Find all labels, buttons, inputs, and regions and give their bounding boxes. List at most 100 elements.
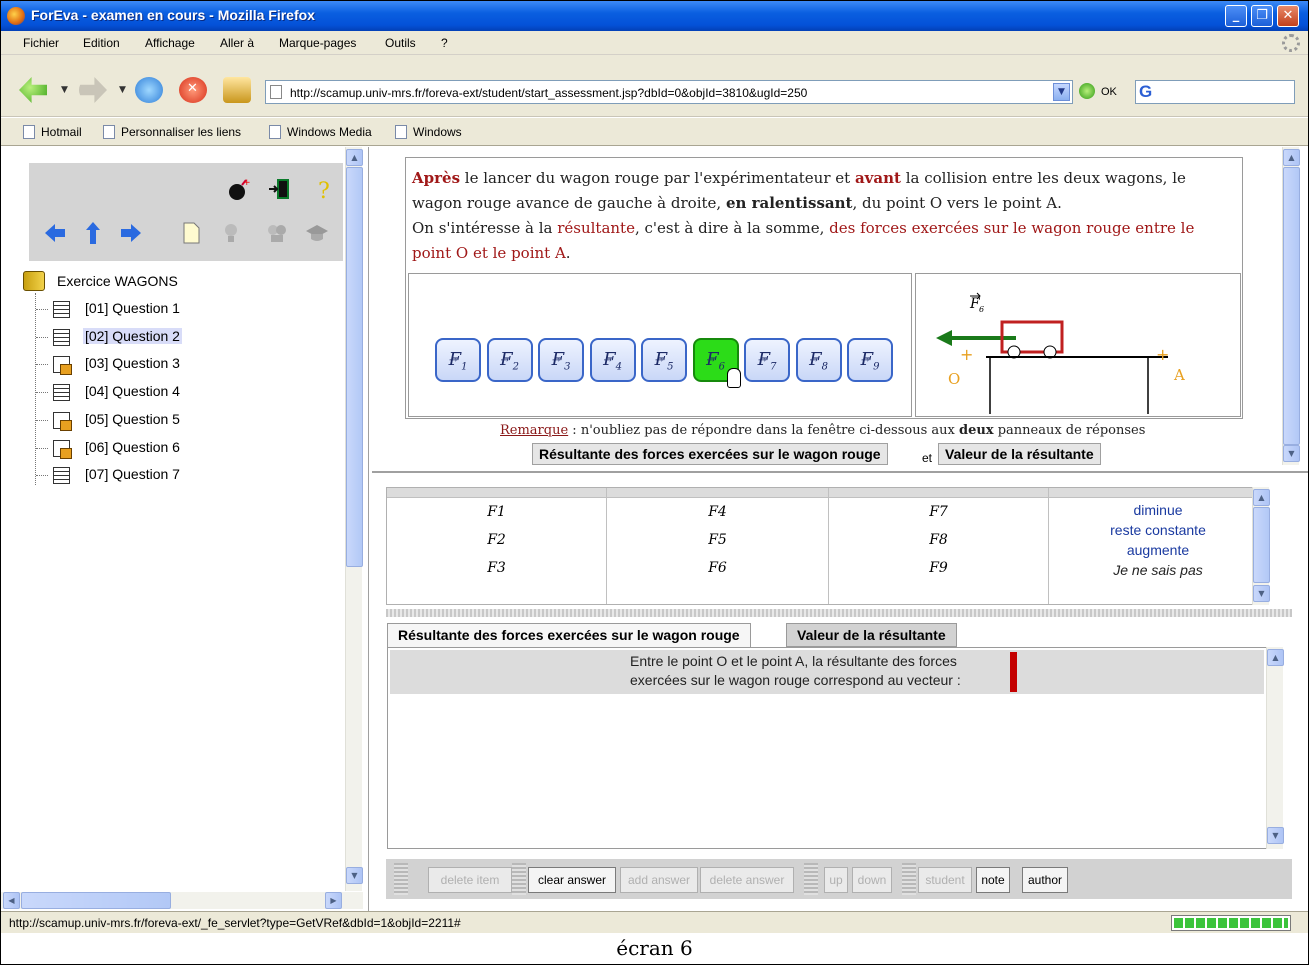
scroll-down-arrow-icon[interactable]: ▼ [1267,827,1284,844]
toolbar-grip[interactable] [512,863,526,895]
search-field[interactable]: G [1135,80,1295,104]
answer-choice-vector[interactable]: F4 [607,504,828,520]
answer-choice-vector[interactable]: F2 [387,532,606,548]
figure-caption: écran 6 [616,936,693,960]
google-icon[interactable]: G [1139,82,1152,102]
force-button-f7[interactable]: → F7 [744,338,790,382]
maximize-button[interactable]: ❐ [1251,5,1273,27]
note-button[interactable]: note [976,867,1010,893]
scroll-thumb[interactable] [1283,167,1300,445]
delete-answer-button[interactable]: delete answer [700,867,794,893]
back-arrow-icon[interactable] [19,77,47,103]
scroll-up-arrow-icon[interactable]: ▲ [1253,489,1270,506]
force-index: 9 [873,361,880,373]
minimize-button[interactable]: _ [1225,5,1247,27]
menu-outils[interactable]: Outils [385,36,416,50]
url-text[interactable]: http://scamup.univ-mrs.fr/foreva-ext/stu… [290,86,807,100]
home-icon[interactable] [223,77,251,103]
next-arrow-icon[interactable] [119,221,143,245]
left-frame-vertical-scrollbar[interactable]: ▲ ▼ [345,147,363,891]
answer-choice-word[interactable]: reste constante [1049,522,1267,538]
scroll-thumb[interactable] [346,167,363,567]
force-button-f8[interactable]: → F8 [795,338,842,382]
answer-choice-word[interactable]: Je ne sais pas [1049,562,1267,578]
scroll-up-arrow-icon[interactable]: ▲ [1283,149,1300,166]
answer-choice-vector[interactable]: F9 [829,560,1048,576]
h-scroll-thumb[interactable] [21,892,171,909]
tree-item-label: [04] Question 4 [85,383,180,400]
menu-fichier[interactable]: Fichier [23,36,59,50]
bomb-icon[interactable]: + [227,177,251,201]
forward-history-chevron-icon[interactable]: ▼ [119,85,126,95]
stop-icon[interactable] [179,77,207,103]
menu-marque-pages[interactable]: Marque-pages [279,36,356,50]
delete-item-button[interactable]: delete item [428,867,512,893]
close-button[interactable]: ✕ [1277,5,1299,27]
url-dropdown-icon[interactable]: ▼ [1053,83,1070,101]
question-pane-scrollbar[interactable]: ▲ ▼ [1282,147,1300,465]
scroll-down-arrow-icon[interactable]: ▼ [1283,445,1300,462]
bookmark-windows-media[interactable]: Windows Media [269,125,372,139]
answer-choice-word[interactable]: augmente [1049,542,1267,558]
go-icon[interactable] [1079,83,1095,99]
left-frame-horizontal-scrollbar[interactable]: ◀ ▶ [1,892,363,909]
answer-tab-valeur[interactable]: Valeur de la résultante [786,623,957,647]
scroll-up-arrow-icon[interactable]: ▲ [1267,649,1284,666]
answer-editor[interactable]: Entre le point O et le point A, la résul… [387,647,1267,849]
menu-help[interactable]: ? [441,36,448,50]
answer-choice-vector[interactable]: F6 [607,560,828,576]
force-button-f5[interactable]: → F5 [641,338,687,382]
clear-answer-button[interactable]: clear answer [528,867,616,893]
toolbar-grip[interactable] [804,863,818,895]
answer-drop-slot[interactable] [1010,652,1017,692]
down-button[interactable]: down [852,867,892,893]
menu-affichage[interactable]: Affichage [145,36,195,50]
scroll-thumb[interactable] [1253,507,1270,583]
menu-edition[interactable]: Edition [83,36,120,50]
student-button[interactable]: student [918,867,972,893]
author-button[interactable]: author [1022,867,1068,893]
bookmark-windows[interactable]: Windows [395,125,462,139]
address-bar[interactable]: http://scamup.univ-mrs.fr/foreva-ext/stu… [265,80,1073,104]
bookmark-hotmail[interactable]: Hotmail [23,125,82,139]
force-button-f4[interactable]: → F4 [589,338,636,382]
scroll-up-arrow-icon[interactable]: ▲ [346,149,363,166]
answer-editor-scrollbar[interactable]: ▲ ▼ [1266,647,1284,849]
answer-choice-vector[interactable]: F5 [607,532,828,548]
question-tab-valeur[interactable]: Valeur de la résultante [938,443,1101,465]
answer-choice-vector[interactable]: F1 [387,504,606,520]
tree-connector [36,364,48,366]
force-button-f9[interactable]: → F9 [847,338,893,382]
toolbar-grip[interactable] [394,863,408,895]
forward-arrow-icon[interactable] [79,77,107,103]
reload-icon[interactable] [135,77,163,103]
force-button-f3[interactable]: → F3 [538,338,584,382]
answer-choice-vector[interactable]: F7 [829,504,1048,520]
pane-splitter[interactable] [386,609,1292,617]
force-button-f1[interactable]: → F1 [435,338,481,382]
help-question-icon[interactable]: ? [313,177,337,201]
scroll-left-arrow-icon[interactable]: ◀ [3,892,20,909]
answer-choice-vector[interactable]: F3 [387,560,606,576]
scroll-right-arrow-icon[interactable]: ▶ [325,892,342,909]
answer-tab-resultante[interactable]: Résultante des forces exercées sur le wa… [387,623,751,647]
back-history-chevron-icon[interactable]: ▼ [61,85,68,95]
answer-table-scrollbar[interactable]: ▲ ▼ [1252,487,1270,605]
up-button[interactable]: up [824,867,848,893]
answer-choice-word[interactable]: diminue [1049,502,1267,518]
answer-choice-vector[interactable]: F8 [829,532,1048,548]
bookmark-personnaliser[interactable]: Personnaliser les liens [103,125,241,139]
scroll-down-arrow-icon[interactable]: ▼ [346,867,363,884]
up-down-arrow-icon[interactable] [81,221,105,245]
document-icon[interactable] [179,221,203,245]
menu-aller-a[interactable]: Aller à [220,36,254,50]
go-button-label[interactable]: OK [1101,86,1117,98]
force-button-f2[interactable]: → F2 [486,338,533,382]
scroll-down-arrow-icon[interactable]: ▼ [1253,585,1270,602]
question-tab-resultante[interactable]: Résultante des forces exercées sur le wa… [532,443,888,465]
add-answer-button[interactable]: add answer [620,867,698,893]
answer-pane: F1 F2 F3 F4 F5 F6 F7 F8 F9 diminue reste consta… [372,475,1308,911]
previous-arrow-icon[interactable] [43,221,67,245]
exit-door-icon[interactable] [267,177,291,201]
toolbar-grip[interactable] [902,863,916,895]
